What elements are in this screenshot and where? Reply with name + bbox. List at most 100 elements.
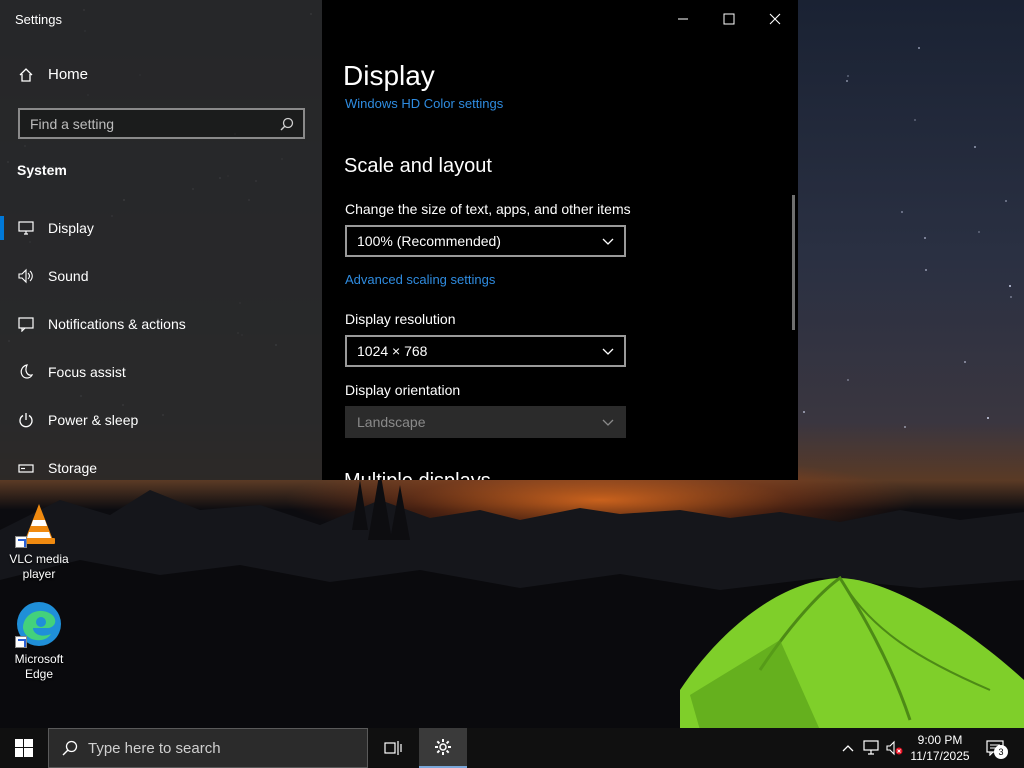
- sidebar-item-display[interactable]: Display: [0, 208, 322, 248]
- scale-layout-heading: Scale and layout: [344, 155, 492, 177]
- desktop-icon-label: Microsoft: [14, 652, 64, 666]
- clock-date: 11/17/2025: [910, 749, 970, 763]
- sidebar-item-label: Notifications & actions: [48, 316, 186, 332]
- shortcut-arrow-icon: [15, 636, 27, 648]
- resolution-dropdown[interactable]: 1024 × 768: [345, 335, 626, 367]
- task-view-button[interactable]: [369, 728, 417, 768]
- chevron-down-icon: [602, 343, 614, 359]
- monitor-icon: [17, 220, 34, 237]
- settings-content-pane: Display Windows HD Color settings Scale …: [322, 0, 798, 480]
- star-dot: [914, 119, 916, 121]
- desktop-icon-edge[interactable]: Microsoft Edge: [4, 600, 74, 682]
- orientation-label: Display orientation: [345, 382, 461, 398]
- find-setting-input[interactable]: Find a setting: [18, 108, 305, 139]
- sidebar-item-storage[interactable]: Storage: [0, 448, 322, 488]
- close-button[interactable]: [752, 8, 798, 30]
- storage-icon: [17, 460, 34, 477]
- star-dot: [1010, 296, 1012, 298]
- orientation-dropdown: Landscape: [345, 406, 626, 438]
- search-icon: [61, 740, 78, 757]
- wallpaper-tent: [680, 575, 1024, 728]
- hd-color-settings-link[interactable]: Windows HD Color settings: [345, 96, 503, 111]
- advanced-scaling-link[interactable]: Advanced scaling settings: [345, 272, 495, 287]
- network-icon: [863, 740, 879, 755]
- star-dot: [846, 80, 848, 82]
- desktop-icon-label: VLC media: [9, 552, 69, 566]
- sidebar-item-label: Display: [48, 220, 94, 236]
- chevron-up-icon: [842, 745, 854, 752]
- search-icon: [278, 115, 295, 132]
- chevron-down-icon: [602, 233, 614, 249]
- home-nav-item[interactable]: Home: [17, 66, 88, 83]
- network-tray-button[interactable]: [860, 728, 884, 768]
- speaker-icon: [17, 268, 34, 285]
- maximize-button[interactable]: [706, 8, 752, 30]
- taskbar-settings-app[interactable]: [419, 728, 467, 768]
- sidebar-item-label: Storage: [48, 460, 98, 476]
- star-dot: [974, 146, 976, 148]
- notification-count-badge: 3: [994, 745, 1008, 759]
- show-hidden-icons-button[interactable]: [838, 728, 858, 768]
- sidebar-item-notifications[interactable]: Notifications & actions: [0, 304, 322, 344]
- sidebar-item-label: Focus assist: [48, 364, 126, 380]
- content-scrollbar[interactable]: [792, 195, 795, 330]
- start-button[interactable]: [0, 728, 48, 768]
- search-placeholder: Find a setting: [30, 115, 115, 132]
- resolution-dropdown-value: 1024 × 768: [357, 343, 428, 359]
- edge-icon: [15, 600, 63, 648]
- taskbar-clock[interactable]: 9:00 PM 11/17/2025: [905, 732, 975, 764]
- gear-icon: [435, 739, 451, 755]
- resolution-label: Display resolution: [345, 311, 456, 327]
- volume-muted-icon: [886, 740, 903, 756]
- star-dot: [987, 417, 989, 419]
- star-dot: [925, 269, 927, 271]
- scale-label: Change the size of text, apps, and other…: [345, 201, 631, 217]
- sidebar-item-label: Power & sleep: [48, 412, 139, 428]
- sidebar-item-sound[interactable]: Sound: [0, 256, 322, 296]
- desktop-icon-vlc[interactable]: VLC media player: [4, 500, 74, 582]
- sidebar-item-label: Sound: [48, 268, 89, 284]
- star-dot: [904, 426, 906, 428]
- power-icon: [17, 412, 34, 429]
- chevron-down-icon: [602, 414, 614, 430]
- home-label: Home: [48, 66, 89, 83]
- taskbar: Type here to search 9:00 PM 11/17/2025 3: [0, 728, 1024, 768]
- star-dot: [918, 47, 920, 49]
- multiple-displays-heading: Multiple displays: [344, 470, 491, 480]
- taskbar-search-placeholder: Type here to search: [88, 739, 221, 757]
- desktop-icon-label: player: [22, 567, 56, 581]
- scale-dropdown-value: 100% (Recommended): [357, 233, 501, 249]
- volume-tray-button[interactable]: [884, 728, 906, 768]
- star-dot: [803, 411, 805, 413]
- star-dot: [901, 211, 903, 213]
- windows-logo-icon: [15, 739, 33, 757]
- star-dot: [924, 237, 926, 239]
- orientation-dropdown-value: Landscape: [357, 414, 426, 430]
- selection-indicator: [0, 216, 4, 240]
- notification-icon: [17, 316, 34, 333]
- action-center-button[interactable]: 3: [980, 728, 1010, 768]
- star-dot: [978, 231, 980, 233]
- star-dot: [847, 75, 849, 77]
- star-dot: [964, 361, 966, 363]
- section-heading: System: [17, 162, 67, 178]
- notification-icon: 3: [986, 740, 1008, 759]
- star-dot: [1005, 200, 1007, 202]
- task-view-icon: [384, 741, 402, 755]
- page-title: Display: [343, 60, 435, 91]
- minimize-button[interactable]: [660, 8, 706, 30]
- window-title: Settings: [15, 12, 62, 27]
- star-dot: [847, 379, 849, 381]
- shortcut-arrow-icon: [15, 536, 27, 548]
- scale-dropdown[interactable]: 100% (Recommended): [345, 225, 626, 257]
- taskbar-search-box[interactable]: Type here to search: [48, 728, 368, 768]
- clock-time: 9:00 PM: [917, 733, 963, 747]
- home-icon: [17, 66, 34, 83]
- sidebar-item-focus-assist[interactable]: Focus assist: [0, 352, 322, 392]
- settings-sidebar: Settings Home Find a setting System Disp…: [0, 0, 322, 480]
- vlc-icon: [15, 500, 63, 548]
- moon-icon: [17, 364, 34, 381]
- star-dot: [1009, 285, 1011, 287]
- desktop-icon-label: Edge: [24, 667, 54, 681]
- sidebar-item-power-sleep[interactable]: Power & sleep: [0, 400, 322, 440]
